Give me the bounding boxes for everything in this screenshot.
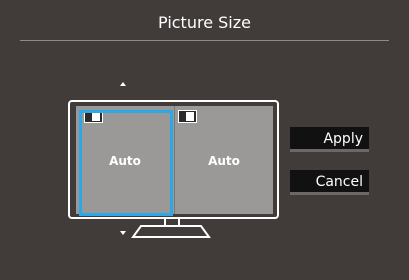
monitor-stand-base <box>131 225 211 238</box>
scroll-up-arrow-icon[interactable] <box>120 82 126 86</box>
monitor-screen: Auto Auto <box>76 106 273 216</box>
page-title: Picture Size <box>158 13 251 32</box>
apply-button[interactable]: Apply <box>290 127 369 152</box>
cancel-button[interactable]: Cancel <box>290 170 369 195</box>
right-source-panel[interactable]: Auto <box>175 106 273 214</box>
title-divider <box>20 40 389 41</box>
scroll-down-arrow-icon[interactable] <box>120 231 126 235</box>
selection-highlight <box>79 110 173 216</box>
right-source-icon <box>178 110 197 123</box>
monitor-stand-neck <box>164 217 180 225</box>
right-source-label: Auto <box>208 154 240 168</box>
